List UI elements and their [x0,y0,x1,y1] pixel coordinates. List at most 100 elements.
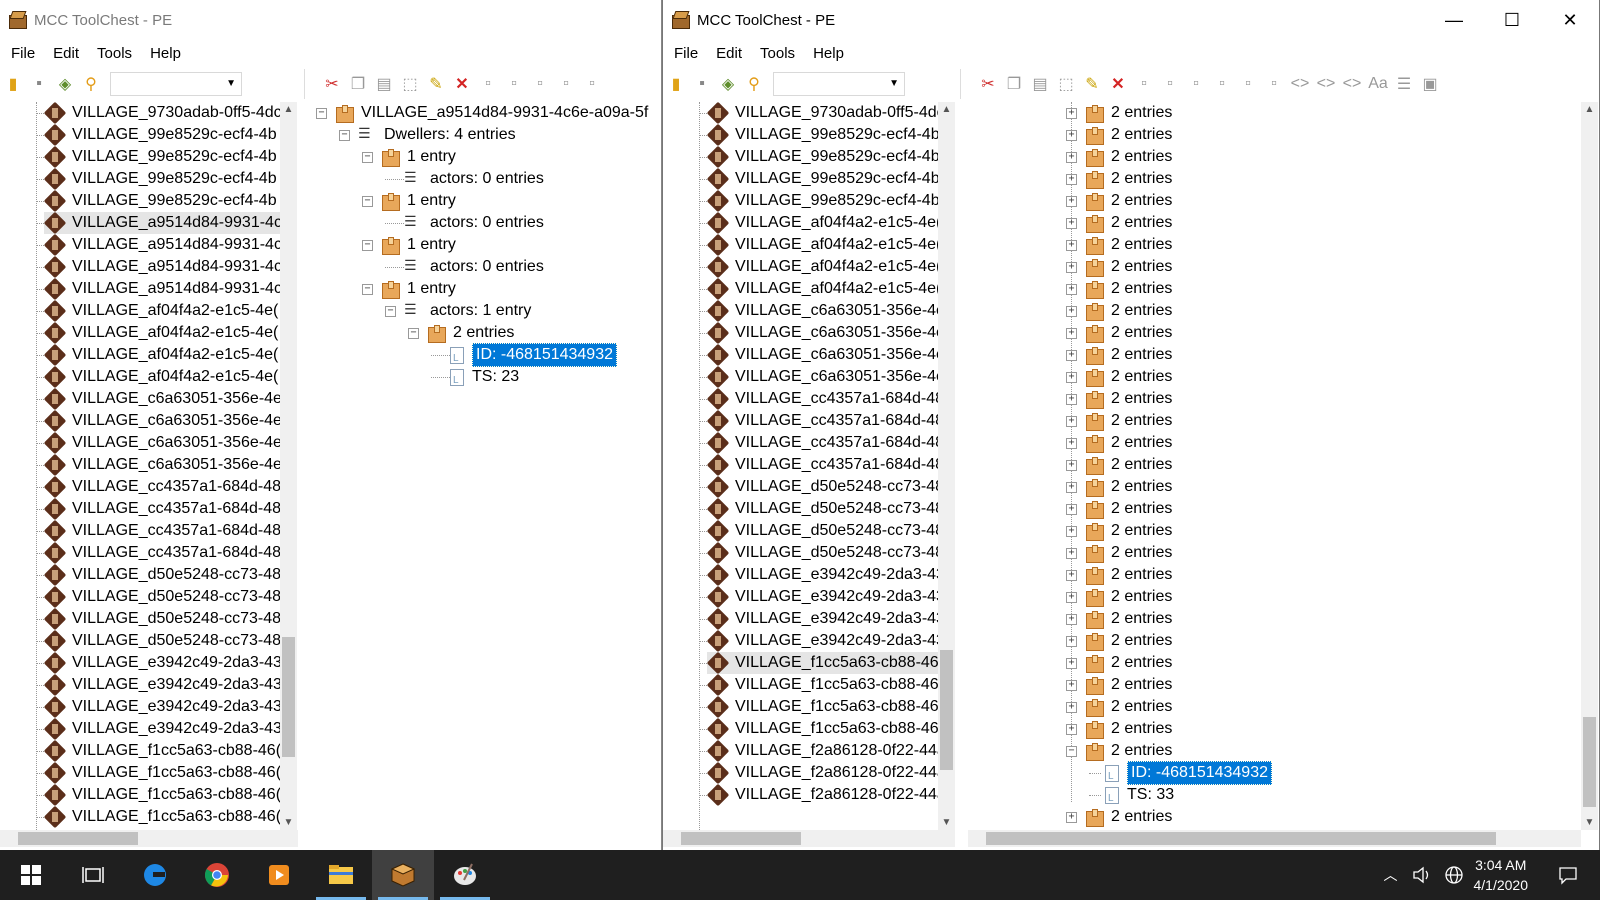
add-byte-icon[interactable]: ▫ [475,71,501,97]
paste-icon[interactable]: ▤ [371,71,397,97]
tree-node-compound[interactable]: +2 entries [1066,652,1172,674]
add-int-icon[interactable]: ▫ [527,71,553,97]
village-list-item[interactable]: VILLAGE_af04f4a2-e1c5-4e( [36,344,278,366]
menu-tools[interactable]: Tools [88,45,141,62]
village-list-item[interactable]: VILLAGE_f1cc5a63-cb88-46( [699,696,944,718]
expand-icon[interactable]: + [1066,195,1077,207]
rename-icon[interactable]: ⬚ [1053,71,1079,97]
village-list-item[interactable]: VILLAGE_f1cc5a63-cb88-46( [36,762,281,784]
volume-icon[interactable] [1412,866,1432,884]
tree-node-compound[interactable]: +2 entries [1066,542,1172,564]
expand-icon[interactable]: + [1066,525,1077,537]
tree-node-compound[interactable]: +2 entries [1066,806,1172,828]
expand-icon[interactable]: + [1066,151,1077,163]
scroll-thumb[interactable] [282,637,295,757]
village-list-item[interactable]: VILLAGE_cc4357a1-684d-48 [699,388,944,410]
expand-icon[interactable]: + [1066,393,1077,405]
scroll-down-icon[interactable]: ▼ [1581,817,1598,828]
tree-node-compound[interactable]: +2 entries [1066,586,1172,608]
add-byte-icon[interactable]: ▫ [1131,71,1157,97]
village-list-item[interactable]: VILLAGE_a9514d84-9931-4c [36,212,282,234]
left-titlebar[interactable]: MCC ToolChest - PE [0,0,661,40]
add-string-icon[interactable]: Aa [1365,71,1391,97]
expand-icon[interactable]: + [1066,459,1077,471]
village-list-item[interactable]: VILLAGE_a9514d84-9931-4c [36,278,282,300]
collapse-icon[interactable]: − [362,239,373,251]
collapse-icon[interactable]: − [362,151,373,163]
tree-node-compound[interactable]: +2 entries [1066,564,1172,586]
menu-file[interactable]: File [2,45,44,62]
tree-node-actors[interactable]: ☰ actors: 0 entries [385,256,544,278]
village-list-item[interactable]: VILLAGE_d50e5248-cc73-48 [36,586,281,608]
tree-node-compound[interactable]: +2 entries [1066,168,1172,190]
village-list-item[interactable]: VILLAGE_e3942c49-2da3-43 [699,564,945,586]
maximize-button[interactable]: ☐ [1483,0,1541,40]
village-list-item[interactable]: VILLAGE_e3942c49-2da3-43 [699,586,945,608]
menu-help[interactable]: Help [804,45,853,62]
village-list-item[interactable]: VILLAGE_99e8529c-ecf4-4b [36,168,277,190]
tree-node-actors[interactable]: − ☰ actors: 1 entry [385,300,531,322]
add-longarray-icon[interactable]: <> [1339,71,1365,97]
expand-icon[interactable]: + [1066,613,1077,625]
collapse-icon[interactable]: − [408,327,419,339]
village-list-item[interactable]: VILLAGE_f1cc5a63-cb88-46( [36,784,281,806]
village-list-item[interactable]: VILLAGE_d50e5248-cc73-48 [36,630,281,652]
village-list-item[interactable]: VILLAGE_f2a86128-0f22-44a [699,740,946,762]
close-button[interactable]: ✕ [1541,0,1599,40]
add-list-icon[interactable]: ☰ [1391,71,1417,97]
village-list-item[interactable]: VILLAGE_cc4357a1-684d-48 [699,410,944,432]
world-dropdown[interactable]: ▼ [773,72,905,96]
tree-node-entry[interactable]: − 1 entry [362,278,456,300]
village-list-item[interactable]: VILLAGE_c6a63051-356e-4e [699,300,945,322]
expand-icon[interactable]: + [1066,569,1077,581]
scroll-down-icon[interactable]: ▼ [938,817,955,828]
tree-node-compound[interactable]: +2 entries [1066,476,1172,498]
expand-icon[interactable]: + [1066,283,1077,295]
add-float-icon[interactable]: ▫ [1235,71,1261,97]
expand-icon[interactable]: + [1066,657,1077,669]
add-bytearray-icon[interactable]: <> [1287,71,1313,97]
village-list-item[interactable]: VILLAGE_c6a63051-356e-4e [699,322,945,344]
village-list-item[interactable]: VILLAGE_d50e5248-cc73-48 [699,542,944,564]
expand-icon[interactable]: + [1066,239,1077,251]
right-nbt-tree[interactable]: +2 entries +2 entries +2 entries +2 entries… [968,102,1599,850]
village-list-item[interactable]: VILLAGE_e3942c49-2da3-43 [699,630,945,652]
expand-icon[interactable]: + [1066,217,1077,229]
delete-icon[interactable]: ✕ [449,71,475,97]
explorer-taskbar-button[interactable] [310,850,372,900]
tree-node-compound[interactable]: +2 entries [1066,234,1172,256]
village-list-item[interactable]: VILLAGE_f1cc5a63-cb88-46( [699,718,944,740]
scroll-down-icon[interactable]: ▼ [280,817,297,828]
clock[interactable]: 3:04 AM 4/1/2020 [1474,855,1529,895]
expand-icon[interactable]: + [1066,107,1077,119]
expand-icon[interactable]: + [1066,327,1077,339]
village-list-item[interactable]: VILLAGE_d50e5248-cc73-48 [699,520,944,542]
menu-edit[interactable]: Edit [707,45,751,62]
save-icon[interactable]: ▪ [689,71,715,97]
tree-node-compound[interactable]: +2 entries [1066,454,1172,476]
tree-node-compound[interactable]: +2 entries [1066,718,1172,740]
tree-node-ts[interactable]: TS: 23 [431,366,519,392]
add-short-icon[interactable]: ▫ [501,71,527,97]
search-icon[interactable]: ⚲ [78,71,104,97]
expand-icon[interactable]: + [1066,261,1077,273]
add-intarray-icon[interactable]: <> [1313,71,1339,97]
tree-node-compound[interactable]: +2 entries [1066,322,1172,344]
tree-node-entry[interactable]: − 1 entry [362,234,456,256]
globe-icon[interactable] [1444,865,1464,885]
expand-icon[interactable]: + [1066,349,1077,361]
tree-node-id[interactable]: ID: -468151434932 [1089,761,1272,788]
tree-node-compound[interactable]: +2 entries [1066,674,1172,696]
tree-node-compound[interactable]: +2 entries [1066,498,1172,520]
tree-node-actors[interactable]: ☰ actors: 0 entries [385,212,544,234]
village-list-item[interactable]: VILLAGE_99e8529c-ecf4-4b [699,190,940,212]
expand-icon[interactable]: + [1066,701,1077,713]
start-button[interactable] [0,850,62,900]
expand-icon[interactable]: + [1066,635,1077,647]
expand-icon[interactable]: + [1066,811,1077,823]
village-list-item[interactable]: VILLAGE_a9514d84-9931-4c [36,234,282,256]
menu-tools[interactable]: Tools [751,45,804,62]
tree-node-compound[interactable]: +2 entries [1066,300,1172,322]
village-list-item[interactable]: VILLAGE_af04f4a2-e1c5-4e( [36,322,278,344]
collapse-icon[interactable]: − [339,129,350,141]
